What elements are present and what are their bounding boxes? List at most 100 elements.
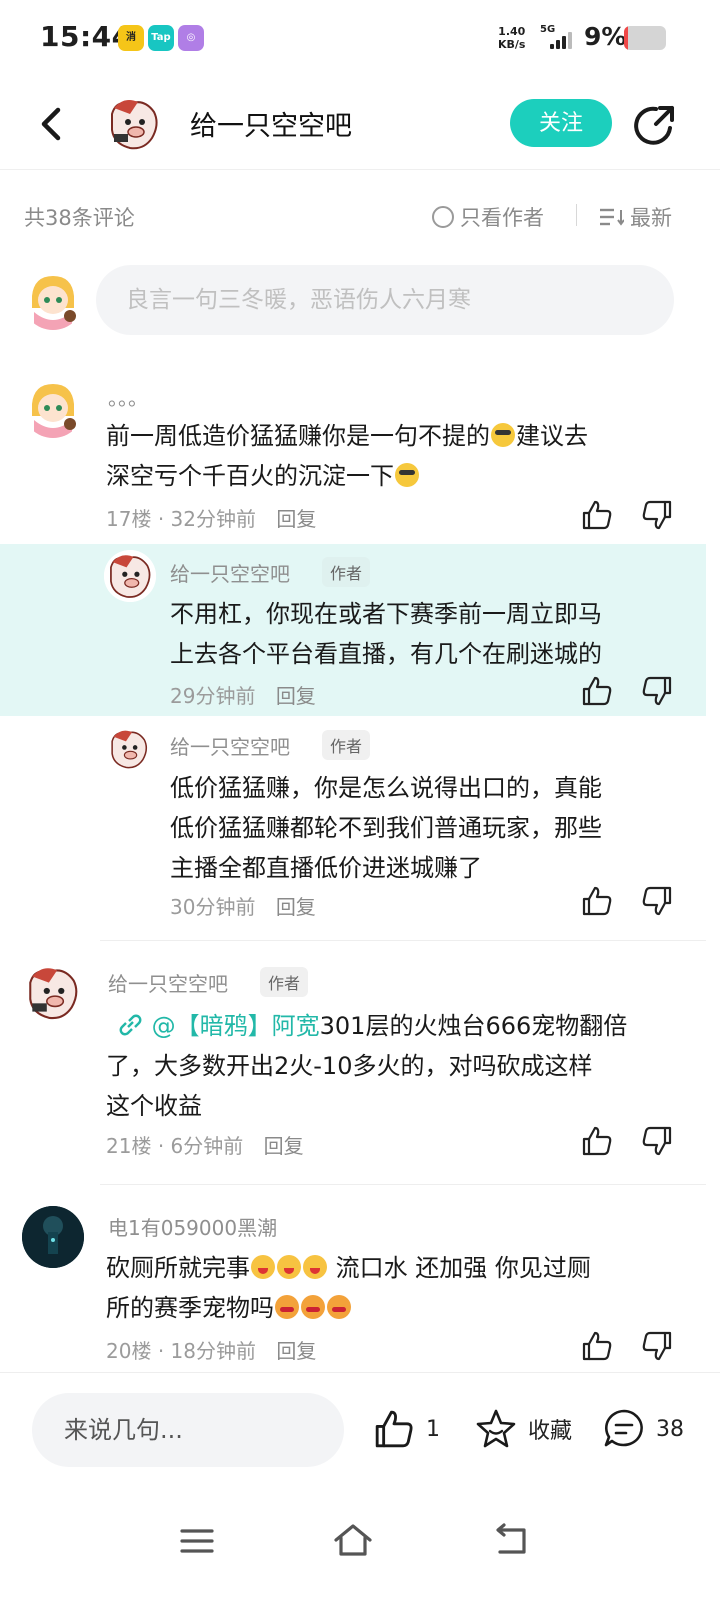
reply-button[interactable]: 回复 xyxy=(276,507,316,531)
comment-text: 前一周低造价猛猛赚你是一句不提的 建议去 深空亏个千百火的沉淀一下 xyxy=(106,416,696,496)
comment-avatar[interactable] xyxy=(22,962,84,1024)
divider xyxy=(576,204,577,226)
crying-emoji-icon xyxy=(277,1255,301,1279)
thumbs-up-icon[interactable] xyxy=(580,498,614,532)
battery-icon xyxy=(624,26,666,50)
sort-icon xyxy=(600,208,624,226)
thumbs-down-icon[interactable] xyxy=(640,498,674,532)
star-icon xyxy=(476,1409,516,1448)
comment-time: 30分钟前 xyxy=(170,895,256,919)
reply-button[interactable]: 回复 xyxy=(276,1339,316,1363)
link-icon xyxy=(119,1014,142,1036)
reply-text: 不用杠，你现在或者下赛季前一周立即马 上去各个平台看直播，有几个在刷迷城的 xyxy=(170,594,690,674)
favorite-label: 收藏 xyxy=(528,1419,573,1444)
meta-separator: · xyxy=(157,507,165,531)
pig-character-icon xyxy=(22,962,84,1024)
thumbs-down-icon[interactable] xyxy=(640,884,674,918)
comment-username[interactable]: 电1有059000黑潮 xyxy=(108,1212,277,1241)
comment-username[interactable]: 给一只空空吧 xyxy=(108,968,228,997)
mention-link[interactable]: @【暗鸦】阿宽 xyxy=(152,1012,320,1040)
author-tag: 作者 xyxy=(322,557,371,587)
back-nav-icon[interactable] xyxy=(486,1516,536,1566)
comment-time: 32分钟前 xyxy=(170,507,256,531)
reply-text-line: 主播全都直播低价进迷城赚了 xyxy=(170,854,482,882)
net-speed-value: 1.40 xyxy=(498,25,526,38)
comment-avatar[interactable] xyxy=(22,1206,84,1268)
share-icon[interactable] xyxy=(630,100,680,150)
comment-bubble-icon xyxy=(604,1409,643,1447)
comment-text-line: 前一周低造价猛猛赚你是一句不提的 xyxy=(106,422,490,450)
thumbs-up-icon xyxy=(375,1410,413,1448)
home-icon[interactable] xyxy=(328,1516,378,1566)
reply-username[interactable]: 给一只空空吧 xyxy=(170,558,290,587)
comment-input[interactable] xyxy=(96,265,674,335)
status-bar: 15:44 消 Tap ◎ 1.40 KB/s 5G 9% xyxy=(0,0,720,78)
pig-character-icon xyxy=(104,550,156,602)
reply-button[interactable]: 回复 xyxy=(276,895,316,919)
reply-button[interactable]: 回复 xyxy=(276,684,316,708)
thumbs-down-icon[interactable] xyxy=(640,674,674,708)
comment-summary-bar: 共38条评论 只看作者 最新 xyxy=(0,190,720,242)
thumbs-down-icon[interactable] xyxy=(640,1329,674,1363)
hot-face-emoji-icon xyxy=(327,1295,351,1319)
battery-percent: 9% xyxy=(584,22,627,51)
cool-emoji-icon xyxy=(491,423,515,447)
comment-text-line: 深空亏个千百火的沉淀一下 xyxy=(106,462,394,490)
comment-time: 18分钟前 xyxy=(170,1339,256,1363)
bottom-action-bar: 1 收藏 38 xyxy=(0,1372,720,1488)
favorite-button[interactable]: 收藏 xyxy=(474,1407,572,1451)
meta-separator: · xyxy=(157,1134,165,1158)
app-badge-yellow: 消 xyxy=(118,25,144,51)
reply-avatar[interactable] xyxy=(104,550,156,602)
author-tag: 作者 xyxy=(260,967,309,997)
thumbs-up-icon[interactable] xyxy=(580,1329,614,1363)
crying-emoji-icon xyxy=(303,1255,327,1279)
comment-meta: 21楼 · 6分钟前 回复 xyxy=(106,1130,304,1159)
comment-text-line: 砍厕所就完事 xyxy=(106,1254,250,1282)
net-speed-unit: KB/s xyxy=(498,38,526,51)
back-arrow-icon[interactable] xyxy=(34,102,70,146)
thumbs-up-icon[interactable] xyxy=(580,1124,614,1158)
comment-username[interactable]: 。。。 xyxy=(108,382,148,411)
comment-meta: 17楼 · 32分钟前 回复 xyxy=(106,503,316,532)
thumbs-down-icon[interactable] xyxy=(640,1124,674,1158)
anime-girl-avatar-icon xyxy=(22,268,84,330)
reply-text-line: 低价猛猛赚都轮不到我们普通玩家，那些 xyxy=(170,814,602,842)
thumbs-up-icon[interactable] xyxy=(580,884,614,918)
follow-button[interactable]: 关注 xyxy=(510,99,612,147)
say-something-input[interactable] xyxy=(32,1393,344,1467)
reply-username[interactable]: 给一只空空吧 xyxy=(170,731,290,760)
sort-toggle[interactable]: 最新 xyxy=(598,202,672,232)
menu-icon[interactable] xyxy=(172,1516,222,1566)
cool-emoji-icon xyxy=(395,463,419,487)
comment-text-line: 建议去 xyxy=(516,422,588,450)
like-button[interactable]: 1 xyxy=(372,1407,440,1451)
comment-text-line: 所的赛季宠物吗 xyxy=(106,1294,274,1322)
reply-text: 低价猛猛赚，你是怎么说得出口的，真能 低价猛猛赚都轮不到我们普通玩家，那些 主播… xyxy=(170,768,690,888)
meta-separator: · xyxy=(157,1339,165,1363)
floor-number: 20楼 xyxy=(106,1339,152,1363)
comments-button[interactable]: 38 xyxy=(602,1407,684,1451)
author-avatar[interactable] xyxy=(104,94,164,154)
net-speed: 1.40 KB/s xyxy=(498,25,525,51)
reply-text-line: 上去各个平台看直播，有几个在刷迷城的 xyxy=(170,640,602,668)
system-nav-bar xyxy=(0,1490,720,1600)
reply-button[interactable]: 回复 xyxy=(264,1134,304,1158)
signal-icon xyxy=(548,31,576,49)
comment-avatar[interactable] xyxy=(22,376,84,438)
comment-time: 6分钟前 xyxy=(170,1134,244,1158)
floor-number: 21楼 xyxy=(106,1134,152,1158)
reply-text-line: 不用杠，你现在或者下赛季前一周立即马 xyxy=(170,600,602,628)
comment-text-line: 这个收益 xyxy=(106,1092,202,1120)
comment-divider xyxy=(100,1184,706,1185)
comment-time: 29分钟前 xyxy=(170,684,256,708)
my-avatar[interactable] xyxy=(22,268,84,330)
pig-character-icon xyxy=(104,94,164,154)
page-title: 给一只空空吧 xyxy=(190,111,352,142)
comment-count-label: 共38条评论 xyxy=(24,206,135,230)
only-author-toggle[interactable]: 只看作者 xyxy=(432,202,544,232)
thumbs-up-icon[interactable] xyxy=(580,674,614,708)
reply-avatar[interactable] xyxy=(106,726,152,772)
reply-meta: 29分钟前 回复 xyxy=(170,680,316,709)
comment-count: 38 xyxy=(656,1416,684,1442)
